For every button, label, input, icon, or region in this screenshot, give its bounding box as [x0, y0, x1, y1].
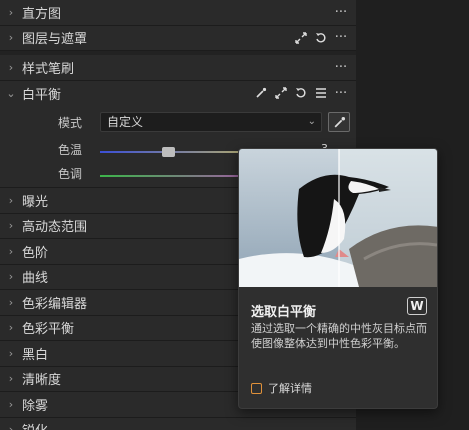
chevron-right-icon: ›	[8, 219, 14, 233]
tooltip-title: 选取白平衡	[251, 305, 317, 320]
reset-icon[interactable]	[314, 31, 328, 45]
mode-select[interactable]: 自定义 ⌄	[100, 112, 322, 132]
section-title: 直方图	[22, 6, 62, 22]
chevron-right-icon: ›	[8, 372, 14, 386]
chevron-right-icon: ›	[8, 423, 14, 430]
chevron-right-icon: ›	[8, 31, 14, 45]
section-title: 色彩编辑器	[22, 296, 88, 312]
more-icon[interactable]: ···	[334, 30, 348, 45]
chevron-right-icon: ›	[8, 60, 14, 74]
tooltip-description: 通过选取一个精确的中性灰目标点而使图像整体达到中性色彩平衡。	[251, 322, 427, 350]
chevron-right-icon: ›	[8, 5, 14, 19]
learn-more-label: 了解详情	[268, 382, 312, 395]
section-title: 白平衡	[22, 87, 62, 103]
chevron-right-icon: ›	[8, 270, 14, 284]
more-icon[interactable]: ···	[334, 86, 348, 101]
tooltip-pick-white-balance: 选取白平衡 W 通过选取一个精确的中性灰目标点而使图像整体达到中性色彩平衡。 了…	[238, 148, 438, 409]
shortcut-key-badge: W	[407, 297, 427, 315]
section-title: 清晰度	[22, 373, 62, 389]
chevron-down-icon: ⌄	[6, 86, 16, 100]
mode-value: 自定义	[107, 115, 144, 129]
section-title: 图层与遮罩	[22, 32, 88, 48]
external-link-icon	[251, 382, 262, 394]
section-title: 高动态范围	[22, 220, 88, 236]
more-icon[interactable]: ···	[334, 5, 348, 20]
more-icon[interactable]: ···	[334, 60, 348, 75]
temperature-thumb[interactable]	[162, 147, 175, 157]
section-title: 除雾	[22, 398, 49, 414]
eyedropper-icon	[334, 116, 345, 127]
section-title: 锐化	[22, 420, 48, 430]
chevron-right-icon: ›	[8, 321, 14, 335]
chevron-right-icon: ›	[8, 397, 14, 411]
section-sharpen[interactable]: › 锐化	[0, 418, 356, 430]
section-white-balance[interactable]: ⌄ 白平衡 ···	[0, 81, 356, 107]
section-layers-masks[interactable]: › 图层与遮罩 ···	[0, 26, 356, 51]
section-histogram[interactable]: › 直方图 ···	[0, 0, 356, 26]
chevron-right-icon: ›	[8, 244, 14, 258]
expand-icon[interactable]	[294, 31, 308, 45]
expand-icon[interactable]	[274, 86, 288, 100]
section-title: 色彩平衡	[22, 322, 75, 338]
chevron-down-icon: ⌄	[307, 116, 316, 127]
chevron-right-icon: ›	[8, 346, 14, 360]
chevron-right-icon: ›	[8, 193, 14, 207]
list-icon[interactable]	[314, 86, 328, 100]
section-title: 样式笔刷	[22, 61, 75, 77]
section-title: 色阶	[22, 245, 49, 261]
temperature-label: 色温	[58, 143, 83, 157]
section-title: 曲线	[22, 271, 49, 287]
penguin-image	[239, 149, 437, 287]
mode-label: 模式	[58, 116, 83, 130]
tint-label: 色调	[58, 167, 83, 181]
reset-icon[interactable]	[294, 86, 308, 100]
chevron-right-icon: ›	[8, 295, 14, 309]
section-title: 黑白	[22, 347, 49, 363]
section-title: 曝光	[22, 194, 49, 210]
eyedropper-icon[interactable]	[254, 86, 268, 100]
pick-white-balance-button[interactable]	[328, 112, 350, 132]
section-style-brush[interactable]: › 样式笔刷 ···	[0, 55, 356, 81]
learn-more-link[interactable]: 了解详情	[251, 380, 312, 396]
